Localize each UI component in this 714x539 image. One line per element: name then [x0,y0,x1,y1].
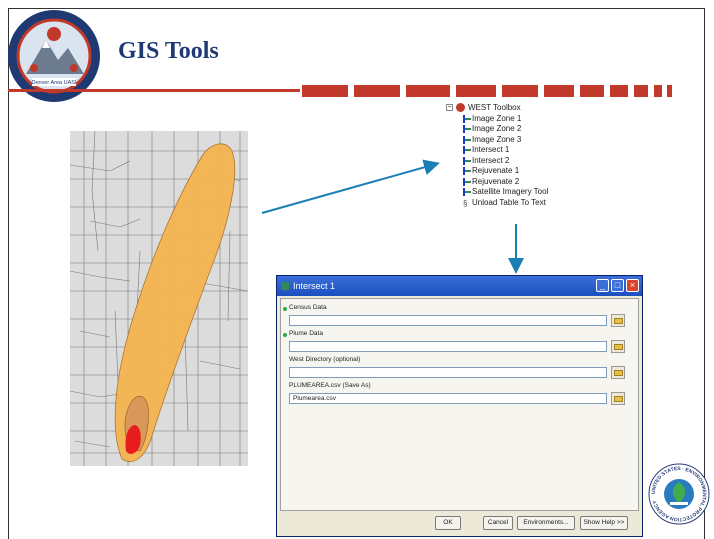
toolbox-icon [456,103,465,113]
environments-button[interactable]: Environments... [517,516,575,530]
tool-icon [465,149,471,151]
toolbox-root-label: WEST Toolbox [468,103,521,112]
tool-item[interactable]: Rejuvenate 2 [446,177,596,188]
ok-button[interactable]: OK [435,516,461,530]
tool-icon [465,138,471,141]
required-dot [283,333,287,337]
script-item[interactable]: § Unload Table To Text [446,198,596,209]
west-toolbox-tree: − WEST Toolbox Image Zone 1 Image Zone 2 … [446,103,596,208]
tool-icon [281,282,289,290]
tool-item[interactable]: Intersect 1 [446,145,596,156]
browse-folder-icon[interactable] [611,340,625,353]
close-button[interactable]: × [626,279,639,292]
west-directory-input[interactable] [289,367,607,378]
tool-item[interactable]: Image Zone 2 [446,124,596,135]
tool-icon [465,191,471,193]
tool-item[interactable]: Image Zone 1 [446,114,596,125]
field-label-census: Census Data [289,304,327,311]
minimize-button[interactable]: _ [596,279,609,292]
tool-item[interactable]: Image Zone 3 [446,135,596,146]
field-label-west-dir: West Directory (optional) [289,356,361,363]
logo-text: Denver Area UASI [32,80,77,86]
tool-item[interactable]: Rejuvenate 1 [446,166,596,177]
script-icon: § [463,198,468,208]
tool-icon [465,180,471,183]
show-help-button[interactable]: Show Help >> [580,516,628,530]
census-data-input[interactable] [289,315,607,326]
tool-item[interactable]: Intersect 2 [446,156,596,167]
tool-icon [465,159,471,162]
browse-folder-icon[interactable] [611,314,625,327]
required-dot [283,307,287,311]
cancel-button[interactable]: Cancel [483,516,513,530]
tool-item[interactable]: Satellite Imagery Tool [446,187,596,198]
page-title: GIS Tools [118,38,219,64]
dialog-title: Intersect 1 [293,281,336,291]
plume-data-input[interactable] [289,341,607,352]
tool-icon [465,128,471,130]
field-label-plume: Plume Data [289,330,323,337]
browse-folder-icon[interactable] [611,392,625,405]
maximize-button[interactable]: □ [611,279,624,292]
collapse-icon[interactable]: − [446,104,453,112]
dialog-titlebar[interactable]: Intersect 1 _ □ × [277,276,642,296]
plume-map [70,131,248,466]
dialog-body: Census Data Plume Data West Directory (o… [280,298,639,511]
header-rule [8,89,300,92]
field-label-plumearea: PLUMEAREA.csv (Save As) [289,382,371,389]
intersect-dialog: Intersect 1 _ □ × Census Data Plume Data… [276,275,643,537]
tool-icon [465,117,471,120]
tool-icon [465,170,471,172]
plumearea-output-input[interactable]: Plumearea.csv [289,393,607,404]
browse-folder-icon[interactable] [611,366,625,379]
epa-seal: UNITED STATES · ENVIRONMENTAL PROTECTION… [648,463,710,525]
toolbox-root[interactable]: − WEST Toolbox [446,103,596,114]
